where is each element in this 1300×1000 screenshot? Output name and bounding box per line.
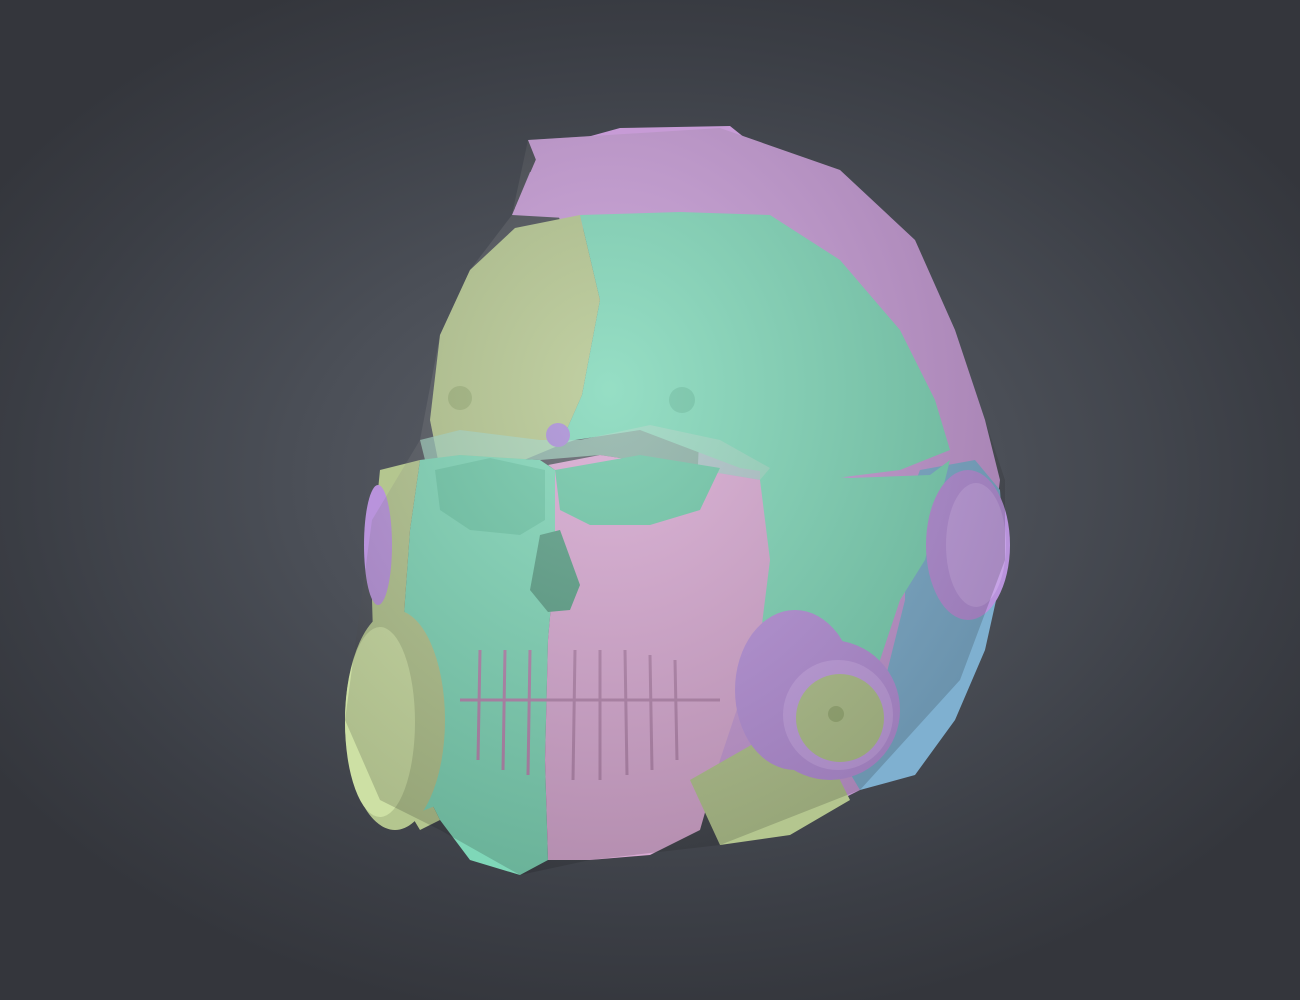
render-viewport bbox=[0, 0, 1300, 1000]
helmet-sculpt-render bbox=[345, 126, 1010, 875]
